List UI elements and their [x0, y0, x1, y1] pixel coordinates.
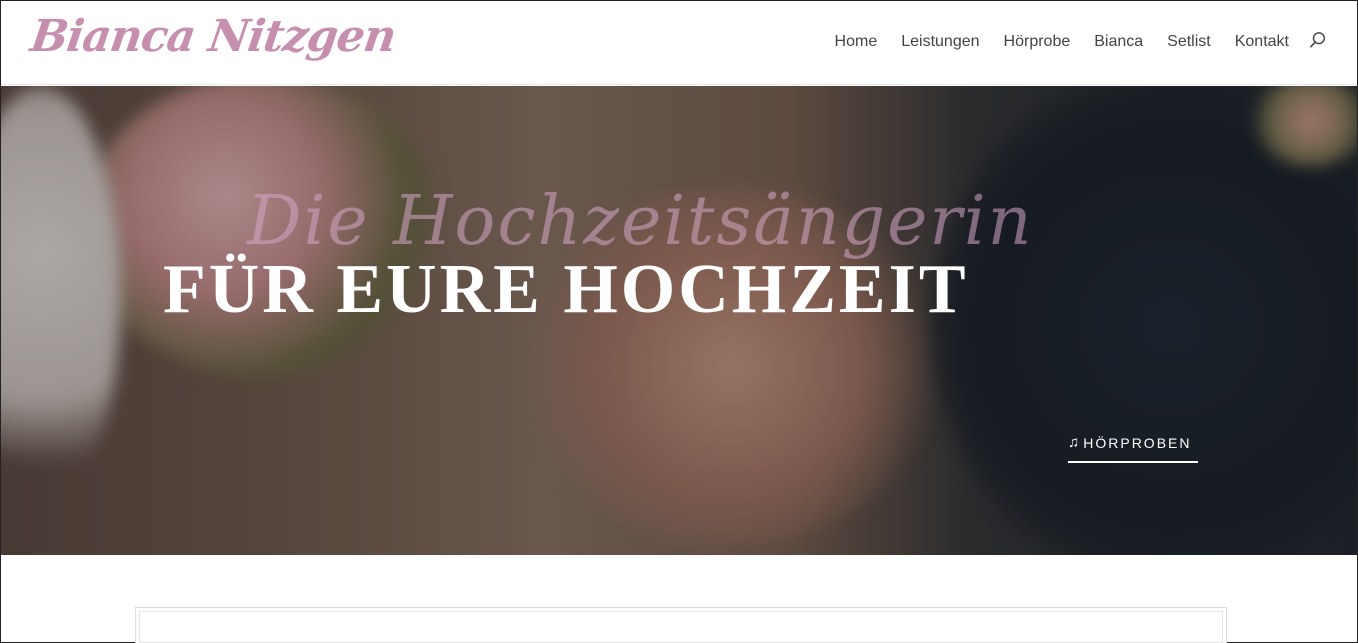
hero-banner: Die Hochzeitsängerin FÜR EURE HOCHZEIT ♫…	[1, 86, 1357, 555]
hoerproben-button[interactable]: ♫ HÖRPROBEN	[1068, 434, 1198, 463]
site-logo[interactable]: Bianca Nitzgen	[27, 11, 398, 62]
nav-item-setlist[interactable]: Setlist	[1167, 33, 1211, 51]
search-icon[interactable]	[1309, 31, 1331, 53]
nav-item-kontakt[interactable]: Kontakt	[1235, 33, 1289, 51]
content-box	[135, 607, 1227, 643]
nav-item-home[interactable]: Home	[835, 33, 878, 51]
main-nav: Home Leistungen Hörprobe Bianca Setlist …	[811, 31, 1331, 53]
music-note-icon: ♫	[1068, 434, 1082, 451]
nav-item-bianca[interactable]: Bianca	[1094, 33, 1143, 51]
site-header: Bianca Nitzgen Home Leistungen Hörprobe …	[1, 1, 1357, 85]
nav-item-hoerprobe[interactable]: Hörprobe	[1004, 33, 1071, 51]
hero-main-title: FÜR EURE HOCHZEIT	[163, 251, 969, 328]
hoerproben-label: HÖRPROBEN	[1083, 434, 1192, 451]
nav-item-leistungen[interactable]: Leistungen	[901, 33, 979, 51]
